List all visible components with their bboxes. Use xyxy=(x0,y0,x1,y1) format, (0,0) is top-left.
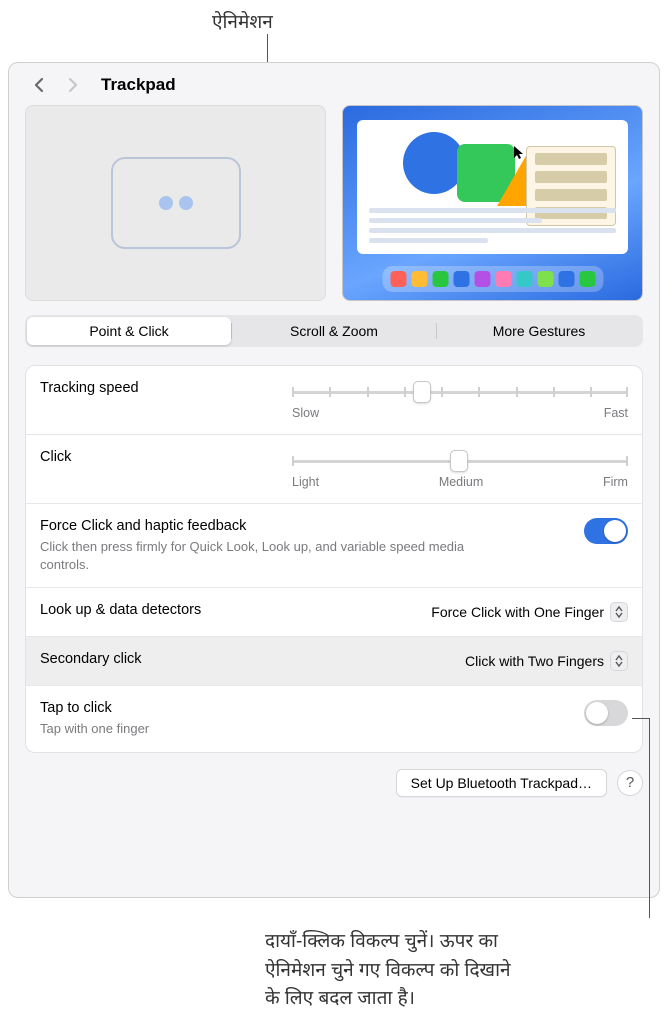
tap-to-click-label: Tap to click xyxy=(40,700,149,716)
tab-scroll-zoom[interactable]: Scroll & Zoom xyxy=(232,317,436,345)
lookup-row: Look up & data detectors Force Click wit… xyxy=(26,588,642,637)
dock-app-icon xyxy=(558,271,574,287)
callout-line xyxy=(632,718,649,719)
dock-illustration xyxy=(382,266,603,292)
dock-app-icon xyxy=(579,271,595,287)
finger-dot xyxy=(179,196,193,210)
slider-max-label: Firm xyxy=(603,475,628,489)
tracking-speed-slider[interactable] xyxy=(292,382,628,402)
secondary-click-label: Secondary click xyxy=(40,651,142,667)
trackpad-settings-window: Trackpad xyxy=(8,62,660,898)
dock-app-icon xyxy=(495,271,511,287)
tracking-speed-row: Tracking speed Slow Fast xyxy=(26,366,642,435)
tab-point-click[interactable]: Point & Click xyxy=(27,317,231,345)
chevron-updown-icon xyxy=(610,602,628,622)
help-button[interactable]: ? xyxy=(617,770,643,796)
back-button[interactable] xyxy=(25,73,53,97)
page-title: Trackpad xyxy=(101,75,176,95)
lookup-select[interactable]: Force Click with One Finger xyxy=(425,602,628,622)
secondary-click-row: Secondary click Click with Two Fingers xyxy=(26,637,642,686)
slider-max-label: Fast xyxy=(604,406,628,420)
slider-min-label: Light xyxy=(292,475,319,489)
tab-bar: Point & Click Scroll & Zoom More Gesture… xyxy=(25,315,643,347)
callout-secondary-click: दायाँ-क्लिक विकल्प चुनें। ऊपर का ऐनिमेशन… xyxy=(265,928,511,1014)
forward-button[interactable] xyxy=(59,73,87,97)
chevron-updown-icon xyxy=(610,651,628,671)
force-click-toggle[interactable] xyxy=(584,518,628,544)
dock-app-icon xyxy=(411,271,427,287)
tab-more-gestures[interactable]: More Gestures xyxy=(437,317,641,345)
slider-mid-label: Medium xyxy=(439,475,483,489)
force-click-desc: Click then press firmly for Quick Look, … xyxy=(40,538,480,573)
secondary-click-value: Click with Two Fingers xyxy=(465,653,604,669)
setup-bluetooth-button[interactable]: Set Up Bluetooth Trackpad… xyxy=(396,769,607,797)
finger-dot xyxy=(159,196,173,210)
settings-list: Tracking speed Slow Fast xyxy=(25,365,643,753)
click-label: Click xyxy=(40,449,71,465)
force-click-label: Force Click and haptic feedback xyxy=(40,518,480,534)
dock-app-icon xyxy=(474,271,490,287)
callout-animation-label: ऐनिमेशन xyxy=(212,8,273,34)
click-row: Click Light Medium Firm xyxy=(26,435,642,504)
dock-app-icon xyxy=(537,271,553,287)
callout-line xyxy=(649,718,650,918)
desktop-animation-preview xyxy=(342,105,643,301)
secondary-click-select[interactable]: Click with Two Fingers xyxy=(459,651,628,671)
dock-app-icon xyxy=(453,271,469,287)
click-slider[interactable] xyxy=(292,451,628,471)
lookup-value: Force Click with One Finger xyxy=(431,604,604,620)
tap-to-click-toggle[interactable] xyxy=(584,700,628,726)
force-click-row: Force Click and haptic feedback Click th… xyxy=(26,504,642,588)
tap-to-click-desc: Tap with one finger xyxy=(40,720,149,738)
tap-to-click-row: Tap to click Tap with one finger xyxy=(26,686,642,752)
slider-min-label: Slow xyxy=(292,406,319,420)
nav-bar: Trackpad xyxy=(9,63,659,105)
dock-app-icon xyxy=(432,271,448,287)
gesture-animation-preview xyxy=(25,105,326,301)
dock-app-icon xyxy=(516,271,532,287)
trackpad-illustration xyxy=(111,157,241,249)
dock-app-icon xyxy=(390,271,406,287)
lookup-label: Look up & data detectors xyxy=(40,602,201,618)
tracking-speed-label: Tracking speed xyxy=(40,380,139,396)
